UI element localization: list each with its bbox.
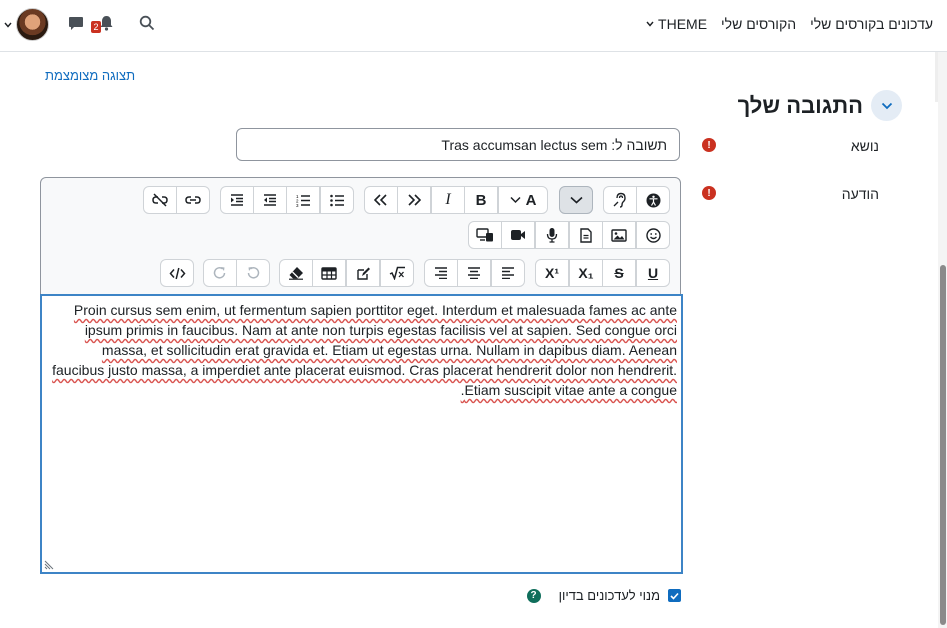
rtl-direction-icon[interactable]: [364, 186, 398, 214]
svg-text:3: 3: [296, 203, 299, 207]
chevron-down-icon: [510, 196, 521, 204]
align-left-icon[interactable]: [491, 259, 525, 287]
link-icon[interactable]: [176, 186, 210, 214]
nav-link-my-courses[interactable]: הקורסים שלי: [721, 16, 796, 32]
section-title: התגובה שלך: [737, 92, 863, 118]
toolbar-toggle-button[interactable]: [559, 186, 593, 214]
emoji-icon[interactable]: [636, 221, 670, 249]
collapse-all-link[interactable]: תצוגה מצומצמת: [45, 68, 135, 83]
unlink-icon[interactable]: [143, 186, 177, 214]
subject-input[interactable]: [236, 128, 680, 161]
italic-button[interactable]: I: [431, 186, 465, 214]
subject-label: נושא: [850, 138, 879, 154]
user-menu[interactable]: [2, 8, 49, 41]
check-icon: [670, 592, 679, 600]
subscribe-row: מנוי לעדכונים בדיון ?: [526, 588, 681, 603]
chevron-down-icon: [646, 21, 654, 27]
subscribe-checkbox[interactable]: [668, 589, 681, 602]
subscribe-label: מנוי לעדכונים בדיון: [558, 588, 660, 603]
chevron-down-icon: [569, 196, 583, 204]
bullet-list-icon[interactable]: [320, 186, 354, 214]
message-text: Proin cursus sem enim, ut fermentum sapi…: [52, 302, 677, 398]
chat-icon[interactable]: [67, 14, 85, 32]
redo-icon[interactable]: [203, 259, 237, 287]
html-source-icon[interactable]: [160, 259, 194, 287]
scrollbar-thumb[interactable]: [940, 265, 946, 625]
navbar: 2 עדכונים בקורסים שלי הקורסים שלי THEME: [0, 0, 947, 52]
video-icon[interactable]: [501, 221, 535, 249]
message-editor-body[interactable]: Proin cursus sem enim, ut fermentum sapi…: [40, 294, 683, 574]
resize-handle-icon[interactable]: [44, 558, 56, 570]
font-size-menu[interactable]: A: [498, 186, 548, 214]
superscript-button[interactable]: X¹: [535, 259, 569, 287]
drawing-icon[interactable]: [346, 259, 380, 287]
search-icon[interactable]: [138, 14, 156, 32]
rich-text-editor: 123 I B A X¹ X₁ S U Proin cursus sem eni…: [40, 177, 683, 574]
accessibility-checker-icon[interactable]: [636, 186, 670, 214]
strikethrough-button[interactable]: S: [602, 259, 636, 287]
screen-reader-helper-icon[interactable]: [603, 186, 637, 214]
numbered-list-icon[interactable]: 123: [286, 186, 320, 214]
required-icon: !: [702, 186, 716, 200]
chevron-down-icon[interactable]: [871, 90, 902, 121]
image-icon[interactable]: [602, 221, 636, 249]
nav-link-theme-label: THEME: [658, 16, 708, 32]
media-manager-icon[interactable]: [468, 221, 502, 249]
underline-button[interactable]: U: [636, 259, 670, 287]
primary-nav: עדכונים בקורסים שלי הקורסים שלי THEME: [646, 16, 933, 32]
undo-icon[interactable]: [236, 259, 270, 287]
table-icon[interactable]: [312, 259, 346, 287]
message-label: הודעה: [841, 186, 879, 202]
help-icon[interactable]: ?: [526, 588, 541, 603]
outdent-icon[interactable]: [253, 186, 287, 214]
align-right-icon[interactable]: [424, 259, 458, 287]
align-center-icon[interactable]: [457, 259, 491, 287]
subscript-button[interactable]: X₁: [569, 259, 603, 287]
chevron-down-icon[interactable]: [2, 15, 14, 35]
ltr-direction-icon[interactable]: [397, 186, 431, 214]
file-icon[interactable]: [569, 221, 603, 249]
bold-button[interactable]: B: [464, 186, 498, 214]
nav-link-course-updates[interactable]: עדכונים בקורסים שלי: [810, 16, 933, 32]
avatar[interactable]: [16, 8, 49, 41]
font-size-glyph: A: [525, 191, 537, 209]
indent-icon[interactable]: [220, 186, 254, 214]
notification-badge: 2: [91, 21, 101, 33]
nav-link-theme[interactable]: THEME: [646, 16, 707, 32]
clear-formatting-icon[interactable]: [279, 259, 313, 287]
equation-icon[interactable]: [380, 259, 414, 287]
section-header[interactable]: התגובה שלך: [738, 90, 902, 121]
microphone-icon[interactable]: [535, 221, 569, 249]
required-icon: !: [702, 138, 716, 152]
